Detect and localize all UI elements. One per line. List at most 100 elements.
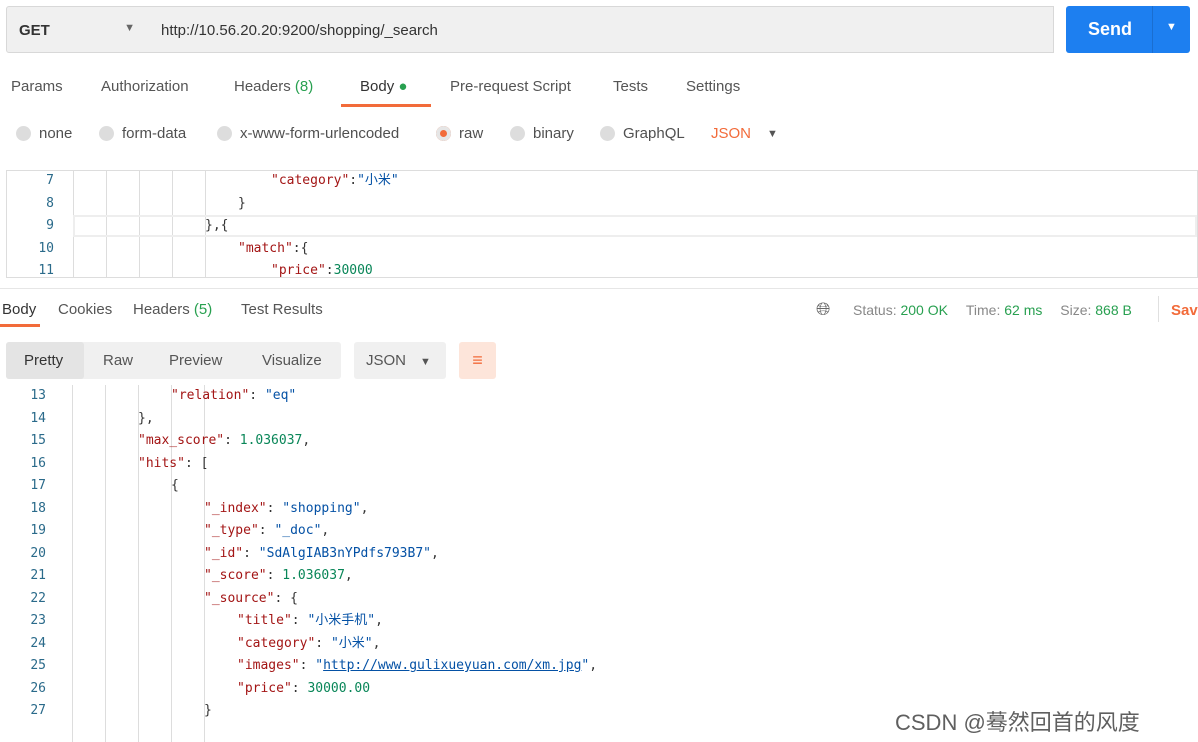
line-number: 9 (46, 218, 54, 233)
code-token: : (291, 680, 308, 696)
watermark: CSDN @蓦然回首的风度 (895, 710, 1140, 735)
send-label: Send (1088, 19, 1133, 39)
save-response-button[interactable]: Save (1171, 302, 1198, 319)
tab-label: Headers (234, 78, 291, 95)
line-number: 11 (38, 263, 54, 278)
code-line: { (171, 475, 179, 497)
code-token: " (315, 658, 324, 673)
tab-body[interactable]: Body ● (360, 78, 407, 95)
code-line: "match":{ (238, 238, 308, 260)
view-preview[interactable]: Preview (169, 352, 222, 369)
radio-form-data[interactable]: form-data (99, 125, 186, 142)
code-token: "max_score" (138, 433, 225, 448)
tab-pre-request-script[interactable]: Pre-request Script (450, 78, 571, 95)
code-token: "hits" (138, 455, 185, 471)
radio-graphql[interactable]: GraphQL (600, 125, 685, 142)
active-tab-indicator (341, 104, 431, 107)
code-token: }, (138, 410, 154, 426)
radio-none[interactable]: none (16, 125, 72, 142)
radio-urlencoded[interactable]: x-www-form-urlencoded (217, 125, 399, 142)
method-select[interactable]: GET ▼ (6, 6, 150, 53)
response-tab-headers[interactable]: Headers (5) (133, 301, 212, 318)
tab-authorization[interactable]: Authorization (101, 78, 189, 95)
code-token: "SdAlgIAB3nYPdfs793B7" (258, 545, 431, 561)
code-token: : (258, 523, 275, 538)
body-format-select[interactable]: JSON ▼ (711, 125, 778, 142)
code-token: "_source" (204, 590, 275, 606)
tab-settings[interactable]: Settings (686, 78, 740, 95)
code-token: } (204, 703, 212, 718)
line-number: 10 (38, 240, 54, 256)
radio-raw[interactable]: raw (436, 125, 483, 142)
code-token: "price" (237, 680, 292, 696)
status-label: Status: (853, 302, 897, 318)
code-token: 30000.00 (307, 680, 371, 696)
view-visualize[interactable]: Visualize (262, 352, 322, 369)
url-link[interactable]: http://www.gulixueyuan.com/xm.jpg (323, 658, 581, 673)
code-token: "_index" (204, 500, 267, 516)
response-tab-test-results[interactable]: Test Results (241, 301, 323, 318)
tab-tests[interactable]: Tests (613, 78, 648, 95)
globe-icon[interactable]: 🌐︎ (816, 299, 830, 320)
view-raw[interactable]: Raw (103, 352, 133, 369)
code-token: , (344, 568, 353, 583)
line-number: 24 (30, 635, 46, 651)
code-token: , (302, 433, 311, 448)
wrap-lines-icon[interactable]: ≡ (459, 342, 496, 379)
size-value: 868 B (1095, 302, 1132, 318)
size-label: Size: (1060, 302, 1092, 318)
tab-label: Body (360, 78, 395, 95)
code-line: "title": "小米手机", (237, 610, 383, 632)
code-token: : (299, 658, 316, 673)
response-tab-body[interactable]: Body (2, 301, 36, 318)
code-token: "_id" (204, 545, 244, 561)
code-token: : (325, 263, 334, 278)
code-token: "category" (271, 173, 350, 188)
tab-params[interactable]: Params (11, 78, 63, 95)
radio-label: x-www-form-urlencoded (240, 125, 400, 142)
method-label: GET (19, 22, 50, 39)
line-number: 8 (46, 195, 54, 211)
view-pretty[interactable]: Pretty (24, 352, 63, 369)
response-body-viewer[interactable]: 13 "relation": "eq" 14}, 15 "max_score": 1.0… (0, 385, 1198, 742)
line-number: 18 (30, 500, 46, 516)
code-token: } (238, 195, 246, 211)
code-token: "category" (237, 635, 316, 651)
chevron-down-icon[interactable]: ▼ (1166, 21, 1177, 33)
radio-label: none (39, 125, 73, 142)
code-token: , (589, 658, 598, 673)
code-token: "match" (238, 240, 293, 256)
code-token: },{ (205, 218, 229, 233)
url-input[interactable]: http://10.56.20.20:9200/shopping/_search (149, 6, 1054, 53)
code-line: }, (138, 408, 154, 430)
line-number: 19 (30, 523, 46, 538)
code-line: } (204, 700, 212, 722)
radio-binary[interactable]: binary (510, 125, 574, 142)
code-token: "小米" (330, 635, 373, 651)
code-token: 1.036037 (239, 433, 303, 448)
line-number: 17 (30, 478, 46, 493)
code-line: "images": "http://www.gulixueyuan.com/xm… (237, 655, 597, 677)
line-number: 27 (30, 703, 46, 718)
indent-guide (72, 385, 73, 742)
line-number: 14 (30, 410, 46, 426)
radio-label: GraphQL (623, 125, 685, 142)
code-token: : [ (184, 455, 209, 471)
code-token: : (224, 433, 240, 448)
code-token: : { (274, 590, 298, 606)
status-value: 200 OK (900, 302, 948, 318)
send-button[interactable]: Send ▼ (1066, 6, 1190, 53)
code-token: : (266, 568, 283, 583)
tab-label: Headers (133, 301, 190, 318)
chevron-down-icon: ▼ (124, 22, 135, 34)
headers-count: (8) (294, 78, 314, 95)
tab-headers[interactable]: Headers (8) (234, 78, 313, 95)
line-number: 15 (30, 433, 46, 448)
active-tab-indicator (0, 324, 40, 327)
request-body-editor[interactable]: 7 "category":"小米" 8} 9},{10 "match":{11 "pric… (6, 170, 1198, 278)
code-token: , (375, 613, 383, 628)
response-format-select[interactable]: JSON ▼ (354, 342, 446, 379)
response-tab-cookies[interactable]: Cookies (58, 301, 112, 318)
line-number: 7 (46, 173, 54, 188)
line-number: 16 (30, 455, 46, 471)
